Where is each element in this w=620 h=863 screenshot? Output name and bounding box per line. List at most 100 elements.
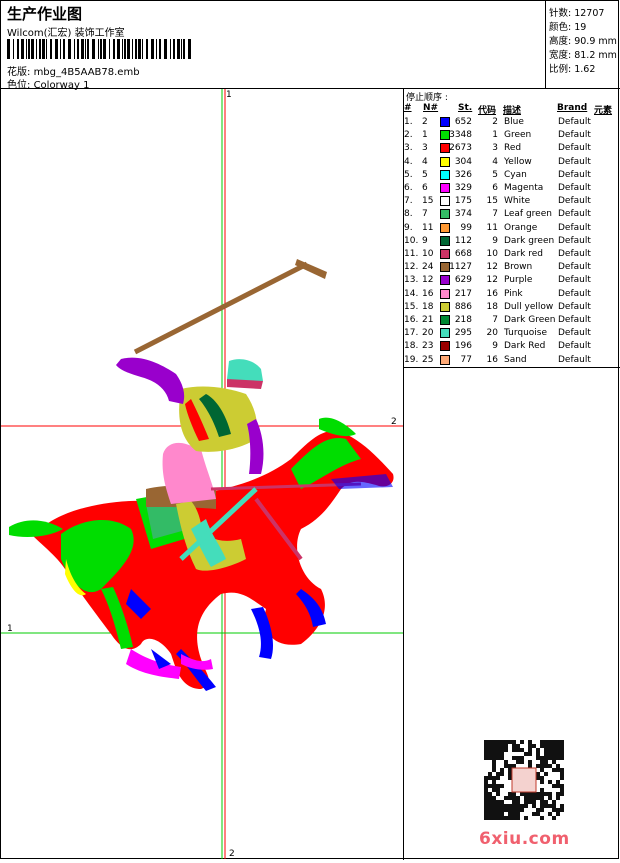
row-description: Brown xyxy=(504,262,533,273)
stat-stitches: 针数: 12707 xyxy=(549,8,605,19)
row-code: 16 xyxy=(486,288,498,299)
row-stitches: 374 xyxy=(454,209,472,220)
row-description: Leaf green xyxy=(504,209,552,220)
row-description: Green xyxy=(504,130,532,141)
row-needle: 4 xyxy=(422,156,428,167)
row-needle: 3 xyxy=(422,143,428,154)
row-brand: Default xyxy=(558,275,591,286)
design-stats: 针数: 12707 颜色: 19 高度: 90.9 mm 宽度: 81.2 mm… xyxy=(546,1,620,89)
row-description: Blue xyxy=(504,117,524,127)
stat-width: 宽度: 81.2 mm xyxy=(549,50,617,61)
table-row: 18. 23 196 9 Dark Red Default xyxy=(404,341,620,354)
row-stitches: 218 xyxy=(454,315,472,325)
table-row: 10. 9 112 9 Dark green Default xyxy=(404,235,620,249)
table-row: 11. 10 668 10 Dark red Default xyxy=(404,249,620,262)
header-element: 元素 xyxy=(594,106,613,116)
row-stitches: 304 xyxy=(454,156,472,167)
row-stitches: 2673 xyxy=(449,143,472,154)
row-needle: 21 xyxy=(422,315,434,325)
table-row: 15. 18 886 18 Dull yellow Default xyxy=(404,301,620,315)
table-header-row: # N# St. 代码 描述 Brand 元素 xyxy=(404,103,620,116)
sheet-title: 生产作业图 xyxy=(7,5,83,23)
row-needle: 1 xyxy=(422,130,428,141)
table-row: 12. 24 1127 12 Brown Default xyxy=(404,262,620,275)
row-needle: 23 xyxy=(422,341,434,352)
row-brand: Default xyxy=(558,209,591,220)
row-num: 19. xyxy=(404,354,419,365)
row-num: 8. xyxy=(404,209,413,220)
stat-colors: 颜色: 19 xyxy=(549,22,587,33)
row-code: 9 xyxy=(492,341,498,352)
row-num: 16. xyxy=(404,315,419,325)
row-brand: Default xyxy=(558,169,591,180)
row-brand: Default xyxy=(558,315,591,325)
row-code: 6 xyxy=(492,183,498,193)
table-row: 14. 16 217 16 Pink Default xyxy=(404,288,620,302)
row-description: Red xyxy=(504,143,522,154)
guide-label-left: 1 xyxy=(7,624,13,634)
row-num: 5. xyxy=(404,169,413,180)
row-code: 18 xyxy=(486,301,498,312)
table-row: 6. 6 329 6 Magenta Default xyxy=(404,183,620,196)
company-name: Wilcom(汇宏) 装饰工作室 xyxy=(7,28,125,39)
row-code: 5 xyxy=(492,169,498,180)
row-stitches: 629 xyxy=(454,275,472,286)
row-code: 7 xyxy=(492,315,498,325)
row-brand: Default xyxy=(558,301,591,312)
color-stop-table: 停止顺序 : # N# St. 代码 描述 Brand 元素 1. 2 652 2 Bl… xyxy=(404,89,620,368)
row-needle: 20 xyxy=(422,328,434,339)
row-needle: 16 xyxy=(422,288,434,299)
row-description: Sand xyxy=(504,354,527,365)
row-code: 9 xyxy=(492,235,498,246)
row-brand: Default xyxy=(558,328,591,339)
rider-pants xyxy=(162,442,216,504)
design-canvas: 1 2 1 2 xyxy=(1,89,404,860)
table-row: 2. 1 3348 1 Green Default xyxy=(404,130,620,143)
row-code: 4 xyxy=(492,156,498,167)
row-description: Dark Red xyxy=(504,341,546,352)
row-code: 15 xyxy=(486,196,498,207)
row-stitches: 217 xyxy=(454,288,472,299)
row-code: 12 xyxy=(486,275,498,286)
table-row: 16. 21 218 7 Dark Green Default xyxy=(404,315,620,328)
guide-label-bottom: 2 xyxy=(229,849,235,859)
header-needle: N# xyxy=(423,103,439,113)
stat-height: 高度: 90.9 mm xyxy=(549,36,617,47)
row-needle: 5 xyxy=(422,169,428,180)
row-description: Purple xyxy=(504,275,533,286)
header-stitches: St. xyxy=(458,103,473,113)
row-brand: Default xyxy=(558,130,591,141)
row-code: 7 xyxy=(492,209,498,220)
stat-scale: 比例: 1.62 xyxy=(549,64,596,75)
table-row: 7. 15 175 15 White Default xyxy=(404,196,620,209)
row-needle: 18 xyxy=(422,301,434,312)
row-brand: Default xyxy=(558,196,591,207)
row-num: 7. xyxy=(404,196,413,207)
row-stitches: 652 xyxy=(454,117,472,127)
row-num: 13. xyxy=(404,275,419,286)
row-num: 4. xyxy=(404,156,413,167)
table-row: 4. 4 304 4 Yellow Default xyxy=(404,156,620,170)
row-stitches: 196 xyxy=(454,341,472,352)
row-num: 10. xyxy=(404,235,419,246)
row-num: 17. xyxy=(404,328,419,339)
row-num: 18. xyxy=(404,341,419,352)
row-brand: Default xyxy=(558,262,591,273)
row-description: Pink xyxy=(504,288,523,299)
sheet-header: 生产作业图 Wilcom(汇宏) 装饰工作室 花版: mbg_4B5AAB78.… xyxy=(1,1,546,91)
row-stitches: 175 xyxy=(454,196,472,207)
table-row: 17. 20 295 20 Turquoise Default xyxy=(404,328,620,341)
row-num: 3. xyxy=(404,143,413,154)
header-code: 代码 xyxy=(478,106,497,116)
row-description: Dark green xyxy=(504,235,555,246)
row-stitches: 112 xyxy=(454,235,472,246)
row-code: 20 xyxy=(486,328,498,339)
row-description: Orange xyxy=(504,222,538,233)
row-description: Dull yellow xyxy=(504,301,554,312)
rider-helmet xyxy=(227,359,263,381)
table-row: 3. 3 2673 3 Red Default xyxy=(404,143,620,156)
row-needle: 2 xyxy=(422,117,428,127)
row-code: 16 xyxy=(486,354,498,365)
row-stitches: 77 xyxy=(460,354,472,365)
mallet-shaft xyxy=(133,261,309,355)
